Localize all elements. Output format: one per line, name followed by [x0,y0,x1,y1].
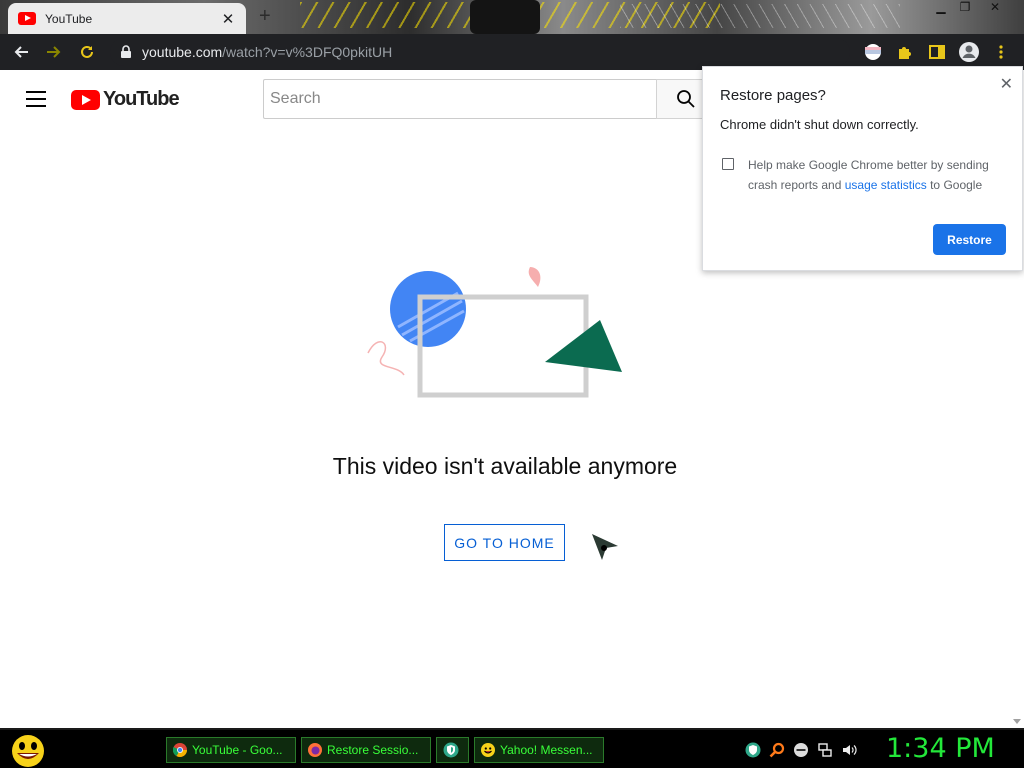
dialog-title: Restore pages? [720,87,826,104]
tab-title: YouTube [45,11,93,26]
puzzle-icon [899,47,911,59]
search-input[interactable] [263,79,657,119]
restore-pages-dialog: Restore pages? ✕ Chrome didn't shut down… [702,66,1023,271]
tray-network-icon[interactable] [817,742,833,758]
error-message: This video isn't available anymore [332,453,678,479]
profile-button[interactable] [958,41,980,63]
minimize-button[interactable]: ▁ [930,0,952,18]
browser-tab-youtube[interactable]: YouTube ✕ [8,3,246,34]
dialog-close-icon[interactable]: ✕ [1000,74,1013,94]
crash-reports-text: Help make Google Chrome better by sendin… [748,155,1008,195]
tray-status-icon[interactable] [793,742,809,758]
kebab-menu-icon [999,45,1003,59]
shield-icon [443,742,459,758]
taskbar-item-shield[interactable] [436,737,469,763]
address-bar[interactable]: youtube.com/watch?v=v%3DFQ0pkitUH [110,38,850,66]
taskbar-clock[interactable]: 1:34 PM [886,733,995,764]
extension-flag-button[interactable] [862,41,884,63]
search-icon [677,90,695,108]
side-panel-button[interactable] [926,41,948,63]
start-smiley-icon[interactable] [8,732,48,768]
usage-statistics-link[interactable]: usage statistics [845,178,927,192]
chrome-menu-button[interactable] [990,41,1012,63]
taskbar: YouTube - Goo... Restore Sessio... Yahoo… [0,728,1024,768]
taskbar-item-firefox[interactable]: Restore Sessio... [301,737,431,763]
youtube-logo-text: YouTube [103,88,180,110]
url-host: youtube.com [142,44,223,60]
taskbar-item-label: Restore Sessio... [327,743,419,757]
smiley-icon [481,743,495,757]
taskbar-item-yahoo-messenger[interactable]: Yahoo! Messen... [474,737,604,763]
profile-avatar-icon [959,42,979,62]
mouse-cursor-icon [592,534,618,560]
video-unavailable-illustration [367,267,622,398]
restore-button[interactable]: Restore [933,224,1006,255]
title-bar: YouTube ✕ + ▁ ❐ ✕ [0,0,1024,34]
back-button[interactable] [10,41,32,63]
crash-reports-checkbox[interactable] [722,158,734,170]
tray-volume-icon[interactable] [841,742,857,758]
forward-arrow-icon [47,46,61,58]
youtube-logo[interactable]: YouTube [71,88,180,111]
title-bar-theme-art-lines [620,4,900,28]
go-to-home-button[interactable]: GO TO HOME [444,524,565,561]
taskbar-item-chrome[interactable]: YouTube - Goo... [166,737,296,763]
firefox-icon [308,743,322,757]
hamburger-icon-bar [26,105,46,107]
lock-icon [121,45,131,58]
scroll-down-icon[interactable] [1013,719,1021,724]
youtube-favicon-icon [18,12,36,25]
maximize-button[interactable]: ❐ [954,0,976,18]
taskbar-item-label: YouTube - Goo... [192,743,283,757]
tab-close-icon[interactable]: ✕ [220,10,236,28]
address-url: youtube.com/watch?v=v%3DFQ0pkitUH [142,44,392,60]
reload-button[interactable] [76,41,98,63]
flag-extension-icon [865,44,881,60]
hamburger-icon-bar [26,91,46,93]
chrome-icon [173,743,187,757]
taskbar-item-label: Yahoo! Messen... [500,743,593,757]
tray-shield-icon[interactable] [745,742,761,758]
forward-button[interactable] [43,41,65,63]
youtube-play-icon [71,89,100,110]
extensions-button[interactable] [894,41,916,63]
side-panel-icon [929,45,945,59]
dialog-subtitle: Chrome didn't shut down correctly. [720,117,919,132]
new-tab-button[interactable]: + [259,5,271,28]
url-path: /watch?v=v%3DFQ0pkitUH [222,44,393,60]
guide-menu-button[interactable] [26,91,46,107]
help-text-suffix: to Google [926,178,983,192]
tray-search-icon[interactable] [769,742,785,758]
reload-icon [81,45,93,58]
hamburger-icon-bar [26,98,46,100]
back-arrow-icon [14,46,28,58]
title-bar-theme-art-dark [470,0,540,34]
close-window-button[interactable]: ✕ [984,0,1006,18]
